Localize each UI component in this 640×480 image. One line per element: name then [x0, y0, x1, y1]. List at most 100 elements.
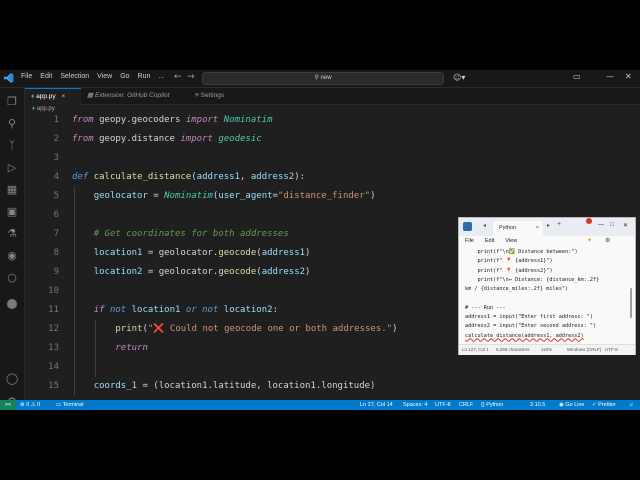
- end-of-line[interactable]: CRLF: [459, 400, 473, 410]
- notepad-line: address1 = input("Enter first address: "…: [465, 314, 594, 321]
- chat-icon[interactable]: ○: [6, 272, 18, 284]
- line-number: 4: [53, 172, 59, 182]
- tab-label: Extension: GitHub Copilot: [94, 92, 170, 99]
- notepad-line-ending: Windows (CRLF): [567, 347, 602, 352]
- notepad-menu-edit[interactable]: Edit: [485, 238, 494, 244]
- python-file-icon: ♦: [32, 106, 36, 112]
- menu-go[interactable]: Go: [120, 73, 129, 80]
- editor-tab-bar: ♦ app.py × ▦ Extension: GitHub Copilot ≡…: [25, 88, 640, 105]
- search-sidebar-icon[interactable]: ⚲: [6, 118, 18, 130]
- notepad-encoding: UTF-8: [605, 347, 618, 352]
- menu-run[interactable]: Run: [138, 73, 151, 80]
- breadcrumb[interactable]: ♦ app.py: [32, 106, 55, 112]
- toggle-panel-icon[interactable]: ▭: [573, 72, 581, 81]
- notepad-line: address2 = input("Enter second address: …: [465, 323, 597, 330]
- github-icon[interactable]: ◉: [6, 250, 18, 262]
- menu-bar: File Edit Selection View Go Run ...: [21, 73, 164, 80]
- extensions-icon[interactable]: ▦: [6, 184, 18, 196]
- live-share-icon[interactable]: [7, 299, 17, 309]
- python-file-icon: ♦: [31, 93, 35, 100]
- notepad-menu-view[interactable]: View: [505, 238, 517, 244]
- tab-close-icon[interactable]: ×: [61, 93, 65, 100]
- line-number: 13: [48, 343, 59, 353]
- notepad-close-icon[interactable]: ✕: [623, 222, 628, 229]
- notepad-line: km / {distance_miles:.2f} miles"): [465, 286, 569, 293]
- notepad-cursor-position: Ln 127, Col 1: [462, 347, 489, 352]
- close-icon[interactable]: ✕: [625, 72, 632, 81]
- notepad-menu-bar: File Edit View: [465, 238, 517, 244]
- code-text: geolocator = Nominatim(user_agent="dista…: [93, 191, 376, 201]
- tab-scroll-left-icon[interactable]: ◂: [483, 222, 486, 229]
- tab-settings[interactable]: ≡ Settings: [193, 88, 253, 104]
- menu-file[interactable]: File: [21, 73, 32, 80]
- line-number: 6: [53, 210, 59, 220]
- remote-indicator[interactable]: ><: [0, 400, 16, 410]
- source-control-icon[interactable]: ᛉ: [6, 140, 18, 152]
- line-number: 1: [53, 115, 59, 125]
- back-arrow-icon[interactable]: ←: [174, 72, 182, 82]
- notepad-menu-file[interactable]: File: [465, 238, 474, 244]
- notepad-char-count: 6,268 characters: [496, 347, 530, 352]
- notepad-window: ◂ Python × ▸ + — □ ✕ File Edit View ✦ ⚙ …: [458, 217, 636, 355]
- forward-arrow-icon[interactable]: →: [187, 72, 195, 82]
- notifications-bell-icon[interactable]: ♫: [629, 400, 633, 410]
- line-number: 2: [53, 134, 59, 144]
- cursor-position[interactable]: Ln 27, Col 14: [360, 400, 393, 410]
- menu-view[interactable]: View: [97, 73, 112, 80]
- code-text: coords_1 = (location1.latitude, location…: [93, 381, 376, 391]
- search-value: new: [320, 75, 332, 81]
- menu-selection[interactable]: Selection: [60, 73, 89, 80]
- account-icon[interactable]: ◯: [6, 373, 18, 385]
- problems-indicator[interactable]: ⊗ 0 ⚠ 0: [20, 400, 40, 410]
- code-text: return: [115, 343, 148, 353]
- encoding[interactable]: UTF-8: [435, 400, 451, 410]
- code-line[interactable]: 1 from geopy.geocoders import Nominatim: [25, 115, 640, 134]
- line-number: 7: [53, 229, 59, 239]
- run-debug-icon[interactable]: ▷: [6, 162, 18, 174]
- menu-more[interactable]: ...: [158, 73, 164, 80]
- minimize-icon[interactable]: —: [606, 72, 614, 81]
- notepad-minimize-icon[interactable]: —: [598, 222, 604, 228]
- code-line[interactable]: 14: [25, 362, 640, 381]
- menu-edit[interactable]: Edit: [40, 73, 52, 80]
- notepad-app-icon: [463, 222, 472, 231]
- line-number: 5: [53, 191, 59, 201]
- code-line[interactable]: 4 def calculate_distance(address1, addres…: [25, 172, 640, 191]
- testing-icon[interactable]: ⚗: [6, 228, 18, 240]
- copilot-icon[interactable]: ☺▾: [453, 73, 465, 82]
- line-number: 8: [53, 248, 59, 258]
- line-number: 15: [48, 381, 59, 391]
- tab-scroll-right-icon[interactable]: ▸: [547, 222, 550, 229]
- code-text: location1 = geolocator.geocode(address1): [93, 248, 311, 258]
- notepad-scrollbar[interactable]: [630, 288, 632, 318]
- remote-explorer-icon[interactable]: ▣: [6, 206, 18, 218]
- notepad-line: print(f"\n✅ Distance between:"): [465, 249, 578, 255]
- explorer-icon[interactable]: ❐: [6, 96, 18, 108]
- tab-label: app.py: [36, 93, 56, 100]
- command-center-search[interactable]: ⚲ new: [202, 72, 444, 85]
- tab-label: Settings: [200, 92, 225, 99]
- terminal-button[interactable]: ▭ Terminal: [56, 400, 83, 410]
- indent-guide: [95, 320, 96, 377]
- indentation[interactable]: Spaces: 4: [403, 400, 427, 410]
- notepad-line: print(f" 📍 {address1}"): [465, 258, 553, 265]
- tab-app-py[interactable]: ♦ app.py ×: [25, 88, 81, 105]
- notepad-settings-gear-icon[interactable]: ⚙: [605, 237, 610, 244]
- tab-extension-copilot[interactable]: ▦ Extension: GitHub Copilot: [85, 88, 191, 104]
- go-live-button[interactable]: ◉ Go Live: [559, 400, 584, 410]
- code-line[interactable]: 2 from geopy.distance import geodesic: [25, 134, 640, 153]
- prettier-button[interactable]: ✓ Prettier: [592, 400, 616, 410]
- code-line[interactable]: 5 geolocator = Nominatim(user_agent="dis…: [25, 191, 640, 210]
- line-number: 10: [48, 286, 59, 296]
- python-version[interactable]: 3.10.5: [530, 400, 545, 410]
- notepad-maximize-icon[interactable]: □: [610, 222, 614, 228]
- new-tab-icon[interactable]: +: [557, 221, 561, 228]
- notepad-tab-close-icon[interactable]: ×: [536, 221, 539, 236]
- language-mode[interactable]: {} Python: [481, 400, 503, 410]
- code-text: location2 = geolocator.geocode(address2): [93, 267, 311, 277]
- code-line[interactable]: 15 coords_1 = (location1.latitude, locat…: [25, 381, 640, 400]
- copilot-icon[interactable]: ✦: [587, 237, 592, 244]
- line-number: 14: [48, 362, 59, 372]
- code-line[interactable]: 3: [25, 153, 640, 172]
- notepad-tab-python[interactable]: Python ×: [493, 221, 543, 236]
